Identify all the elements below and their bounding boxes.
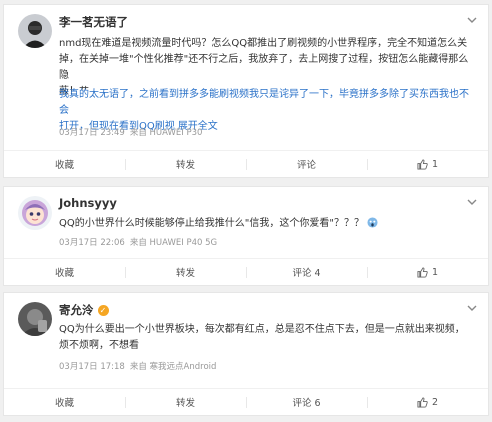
action-bar: 收藏 转发 评论 1	[4, 150, 488, 177]
like-button[interactable]: 1	[367, 151, 488, 177]
repost-button[interactable]: 转发	[125, 389, 246, 415]
source: 来自 HUAWEI P30	[129, 128, 203, 138]
action-bar: 收藏 转发 评论 6 2	[4, 388, 488, 415]
avatar[interactable]	[18, 302, 52, 336]
post-card: 寄允泠 ✓ QQ为什么要出一个小世界板块，每次都有红点，总是忍不住点下去，但是一点…	[3, 292, 489, 416]
timestamp[interactable]: 03月17日 23:49	[59, 128, 125, 138]
chevron-down-icon[interactable]	[466, 197, 478, 207]
thumbs-up-icon	[417, 266, 428, 278]
timestamp[interactable]: 03月17日 17:18	[59, 362, 125, 372]
post-text: QQ的小世界什么时候能够停止给我推什么"信我，这个你爱看"？？？	[59, 216, 477, 232]
username[interactable]: 李一茗无语了	[59, 14, 128, 30]
comment-button[interactable]: 评论 4	[246, 259, 367, 285]
avatar[interactable]	[18, 14, 52, 48]
like-button[interactable]: 2	[367, 389, 488, 415]
post-text: QQ为什么要出一个小世界板块，每次都有红点，总是忍不住点下去，但是一点就出来视频…	[59, 324, 465, 351]
post-meta: 03月17日 22:06 来自 HUAWEI P40 5G	[59, 236, 222, 248]
favorite-button[interactable]: 收藏	[4, 151, 125, 177]
post-meta: 03月17日 23:49 来自 HUAWEI P30	[59, 126, 207, 138]
comment-button[interactable]: 评论	[246, 151, 367, 177]
username[interactable]: Johnsyyy	[59, 196, 117, 210]
action-bar: 收藏 转发 评论 4 1	[4, 258, 488, 285]
post-card: 李一茗无语了 nmd现在难道是视频流量时代吗？怎么QQ都推出了刷视频的小世界程序…	[3, 4, 489, 178]
thumbs-up-icon	[417, 396, 428, 408]
timestamp[interactable]: 03月17日 22:06	[59, 238, 125, 248]
thumbs-up-icon	[417, 158, 428, 170]
chevron-down-icon[interactable]	[466, 15, 478, 25]
chevron-down-icon[interactable]	[466, 303, 478, 313]
source: 来自 HUAWEI P40 5G	[129, 238, 218, 248]
favorite-button[interactable]: 收藏	[4, 389, 125, 415]
repost-button[interactable]: 转发	[125, 151, 246, 177]
repost-button[interactable]: 转发	[125, 259, 246, 285]
like-button[interactable]: 1	[367, 259, 488, 285]
source: 来自 寒我远点Android	[129, 362, 217, 372]
verified-badge-icon: ✓	[97, 305, 109, 316]
username[interactable]: 寄允泠 ✓	[59, 302, 109, 318]
comment-button[interactable]: 评论 6	[246, 389, 367, 415]
post-meta: 03月17日 17:18 来自 寒我远点Android	[59, 360, 221, 372]
favorite-button[interactable]: 收藏	[4, 259, 125, 285]
avatar[interactable]	[18, 196, 52, 230]
post-card: Johnsyyy QQ的小世界什么时候能够停止给我推什么"信我，这个你爱看"？？…	[3, 186, 489, 286]
scream-emoji-icon	[367, 217, 378, 228]
